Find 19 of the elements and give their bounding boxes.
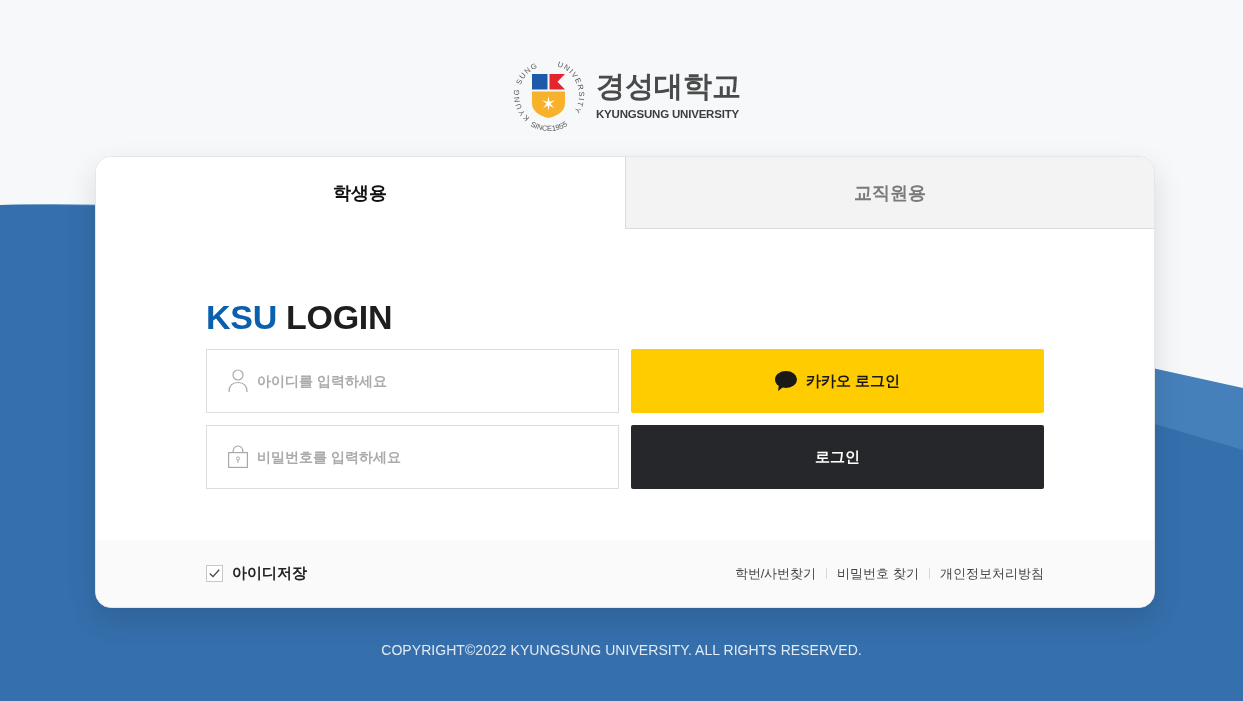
user-icon [228,369,248,392]
login-type-tab[interactable]: 교직원용 [624,157,1154,229]
remember-id-label: 아이디저장 [232,564,307,583]
university-name-english: KYUNGSUNG UNIVERSITY [596,107,740,121]
footer-link[interactable]: 학번/사번찾기 [734,564,817,583]
remember-checkbox[interactable] [206,565,223,582]
copyright-text: COPYRIGHT©2022 KYUNGSUNG UNIVERSITY. ALL RIGHTS RESERVED. [381,642,862,658]
login-button[interactable]: 로그인 [631,425,1044,489]
username-field[interactable]: 아이디를 입력하세요 [206,349,619,413]
kakao-login-button[interactable]: 카카오 로그인 [631,349,1044,413]
footer-link[interactable]: 개인정보처리방침 [940,564,1044,583]
university-name: 경성대학교 [596,69,741,103]
footer-link[interactable]: 비밀번호 찾기 [837,564,919,583]
lock-icon [228,445,248,468]
password-field[interactable]: 비밀번호를 입력하세요 [206,425,619,489]
check-icon [209,569,220,578]
login-type-tab[interactable]: 학생용 [96,157,625,229]
login-title: KSU LOGIN [206,297,394,337]
speech-bubble-icon [774,371,797,391]
